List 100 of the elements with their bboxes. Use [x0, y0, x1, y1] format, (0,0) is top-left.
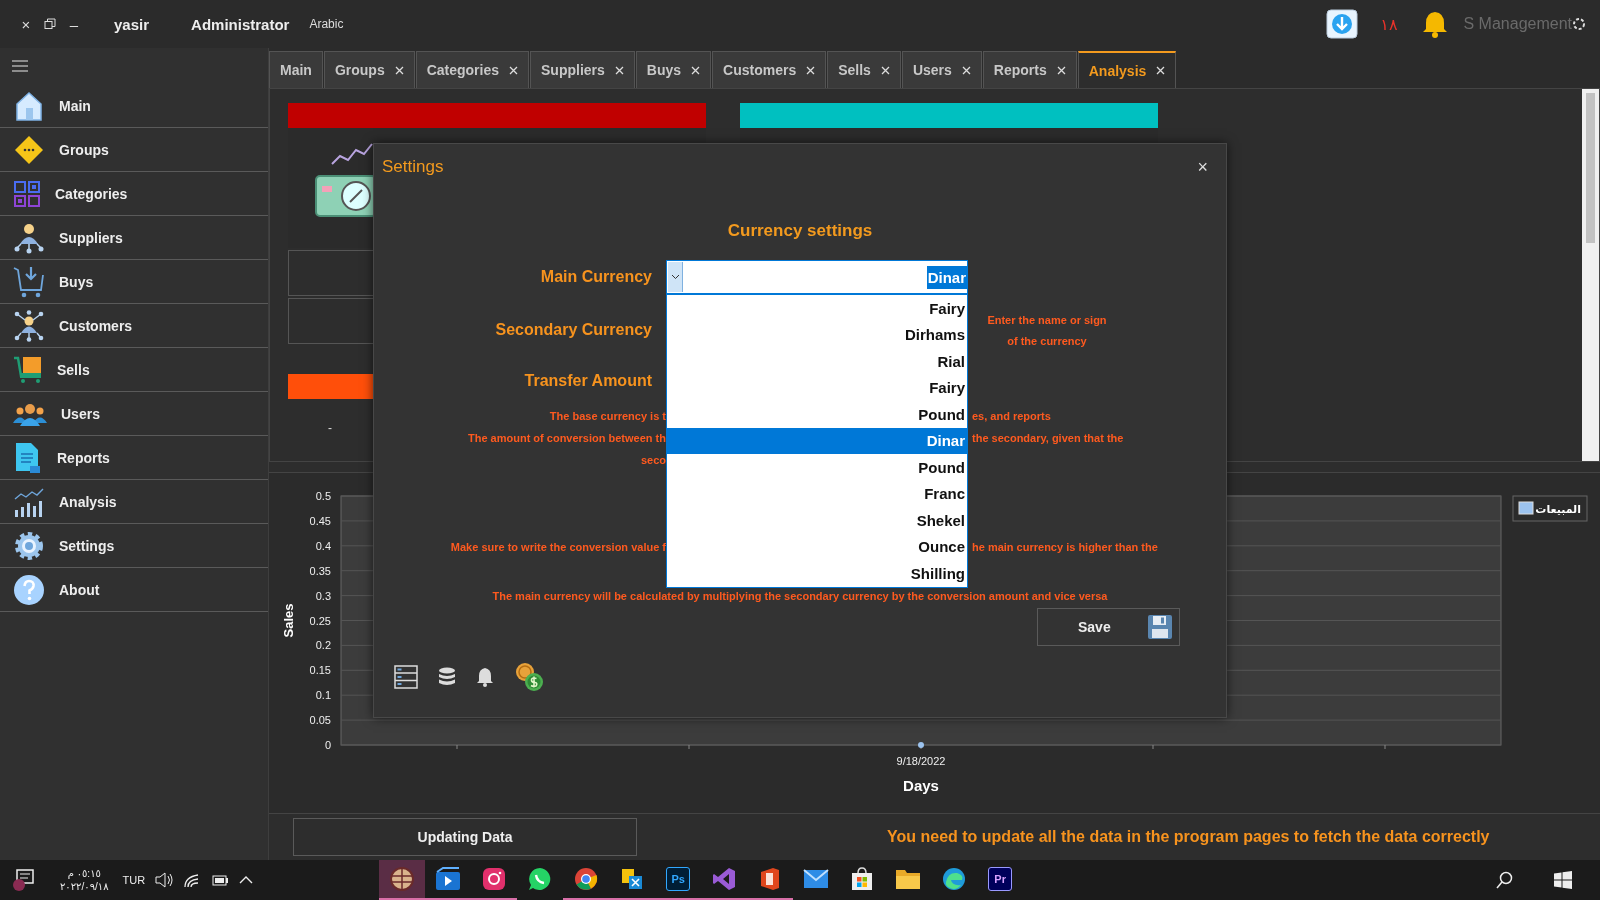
chevron-icon — [670, 274, 680, 280]
y-tick-label: 0.4 — [315, 539, 331, 552]
app-name: S Management — [1463, 15, 1572, 33]
y-tick-label: 0.15 — [309, 664, 331, 677]
tab[interactable]: Reports — [982, 51, 1077, 88]
app-tile[interactable]: Ps — [666, 867, 691, 891]
dropdown-option[interactable]: Shilling — [667, 560, 967, 587]
server-list-icon[interactable] — [394, 665, 418, 689]
y-tick-label: 0.5 — [315, 490, 331, 502]
close-icon[interactable] — [509, 65, 519, 75]
browser-icon[interactable] — [942, 867, 967, 891]
ribbon-icon[interactable] — [712, 867, 737, 891]
field-label: Main Currency — [539, 268, 653, 286]
tab[interactable]: Groups — [323, 51, 415, 88]
close-icon[interactable] — [880, 65, 890, 75]
menu-icon[interactable] — [12, 60, 28, 72]
dropdown-option[interactable]: Shekel — [667, 507, 967, 534]
save-button[interactable]: Save — [1037, 608, 1180, 646]
people-icon — [13, 401, 47, 426]
close-icon[interactable] — [1156, 66, 1166, 75]
dialog-title: Settings — [382, 157, 444, 177]
close-icon[interactable] — [806, 65, 816, 75]
floppy-icon — [1147, 614, 1173, 640]
language-label[interactable]: Arabic — [309, 17, 344, 31]
dropdown-option[interactable]: Fairy — [667, 374, 967, 401]
volume-icon[interactable] — [155, 872, 174, 888]
minimize-button[interactable]: – — [62, 15, 86, 33]
office-icon[interactable] — [759, 867, 782, 891]
axis-title: Days — [903, 777, 939, 794]
shopping-bag-icon[interactable] — [850, 867, 875, 891]
y-tick-label: 0.2 — [315, 639, 331, 652]
app-tile[interactable]: Pr — [988, 867, 1013, 891]
user-name: yasir — [114, 15, 150, 33]
coins-icon[interactable] — [514, 662, 544, 692]
dropdown-option[interactable]: Ounce — [667, 533, 967, 560]
dropdown-option[interactable]: Franc — [667, 480, 967, 507]
bell-icon[interactable] — [1421, 10, 1450, 38]
note-text: the secondary, given that the — [971, 432, 1125, 444]
note-text: he main currency is higher than the — [971, 541, 1159, 553]
hint-text: of the currency — [1007, 334, 1087, 347]
section-heading: Currency settings — [727, 221, 873, 241]
tab[interactable]: Analysis — [1077, 51, 1177, 88]
tab[interactable]: Sells — [827, 51, 901, 88]
windows-icon[interactable] — [1554, 871, 1572, 889]
keyboard-layout[interactable]: TUR — [122, 874, 146, 886]
globe-icon[interactable] — [389, 866, 416, 892]
note-text: Make sure to write the conversion value f — [449, 541, 666, 553]
tab[interactable]: Suppliers — [530, 51, 635, 88]
tab[interactable]: Customers — [712, 51, 827, 88]
data-point — [918, 742, 924, 748]
dropdown-option[interactable]: Pound — [667, 401, 967, 428]
close-button[interactable]: × — [14, 15, 38, 33]
download-icon[interactable] — [1326, 9, 1359, 39]
y-tick-label: 0.45 — [309, 514, 331, 527]
close-icon[interactable] — [394, 65, 404, 75]
tab[interactable]: Categories — [415, 51, 530, 88]
caret-icon[interactable] — [239, 875, 254, 885]
spinner-icon — [1572, 17, 1586, 31]
chat-icon[interactable] — [528, 867, 553, 891]
field-label: Secondary Currency — [494, 321, 653, 339]
y-tick-label: 0.1 — [315, 689, 331, 702]
card-value: - — [328, 421, 332, 435]
note-text: The base currency is t — [548, 410, 666, 422]
close-button[interactable]: × — [1197, 156, 1208, 178]
close-icon[interactable] — [961, 65, 971, 75]
close-icon[interactable] — [614, 65, 624, 75]
clock[interactable]: ٠٥:١٥ م ٢٠٢٢/٠٩/١٨ — [60, 867, 109, 893]
battery-icon[interactable] — [211, 873, 230, 887]
tab[interactable]: Users — [901, 51, 982, 88]
user-role: Administrator — [191, 15, 290, 33]
close-icon[interactable] — [1056, 65, 1066, 75]
database-icon[interactable] — [438, 667, 456, 687]
tab[interactable]: Buys — [635, 51, 712, 88]
browser-icon[interactable] — [574, 867, 599, 891]
notification-count: ١٨ — [1380, 14, 1398, 34]
cart-icon — [13, 264, 45, 299]
bell-icon[interactable] — [476, 667, 494, 687]
update-button[interactable]: Updating Data — [293, 818, 637, 856]
camera-icon[interactable] — [482, 867, 507, 891]
dropdown-option[interactable]: Rial — [667, 348, 967, 375]
dropdown-option[interactable]: Fairy — [667, 295, 967, 322]
notification-icon[interactable] — [12, 868, 36, 892]
field-label: Transfer Amount — [523, 372, 653, 390]
y-tick-label: 0.05 — [309, 714, 331, 727]
dropdown-option[interactable]: Dirhams — [667, 321, 967, 348]
person-network-icon — [13, 309, 45, 342]
folder-icon[interactable] — [895, 868, 922, 890]
mail-icon[interactable] — [803, 869, 830, 889]
tab[interactable]: Main — [269, 51, 323, 88]
document-icon — [13, 441, 43, 474]
note-text: The amount of conversion between th — [466, 432, 666, 444]
search-icon[interactable] — [1496, 871, 1514, 889]
sticky-note-icon[interactable] — [620, 867, 645, 891]
video-icon[interactable] — [435, 867, 462, 891]
y-tick-label: 0 — [324, 739, 331, 751]
dropdown-option[interactable]: Dinar — [667, 427, 967, 454]
scrollbar[interactable] — [1582, 89, 1599, 461]
note-text: es, and reports — [971, 410, 1052, 422]
dropdown-option[interactable]: Pound — [667, 454, 967, 481]
close-icon[interactable] — [691, 65, 701, 75]
